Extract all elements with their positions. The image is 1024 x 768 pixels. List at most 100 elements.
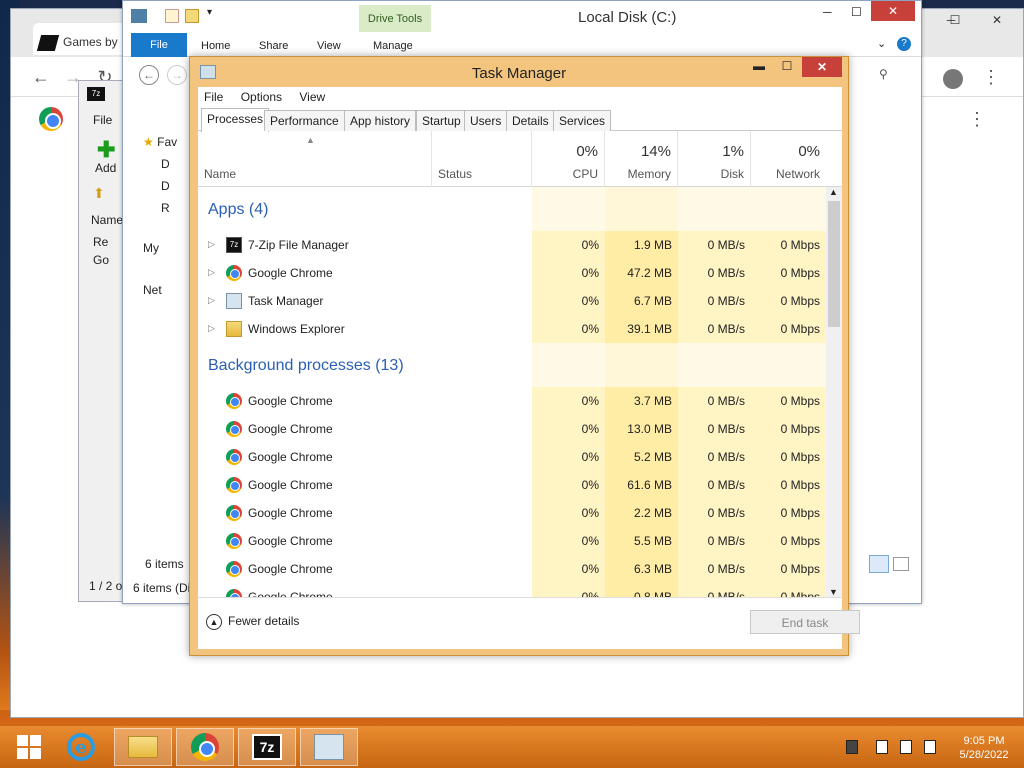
nav-desktop[interactable]: D [161,157,170,171]
nav-recent[interactable]: R [161,201,170,215]
taskbar-chrome[interactable] [176,728,234,766]
explorer-app-icon [131,9,147,23]
tm-maximize-button[interactable]: ☐ [774,57,800,77]
chrome-close-button[interactable]: ✕ [977,9,1017,31]
volume-icon[interactable] [924,740,936,754]
tray-show-desktop-icon[interactable] [846,740,858,754]
cpu-value: 0% [532,527,605,555]
tab-details[interactable]: Details [506,110,555,131]
up-folder-icon[interactable]: ⬆ [93,185,105,202]
col-name-header[interactable]: ▲ Name [198,131,432,187]
tab-performance[interactable]: Performance [264,110,345,131]
search-icon[interactable]: ⚲ [879,67,888,81]
expand-chevron-icon[interactable]: ▷ [208,323,215,334]
sevenzip-item-2[interactable]: Go [93,253,109,267]
ribbon-file-tab[interactable]: File [131,33,187,57]
taskbar-task-manager[interactable] [300,728,358,766]
profile-avatar-icon[interactable] [939,65,967,93]
process-row[interactable]: Google Chrome 0% 5.5 MB 0 MB/s 0 Mbps [198,527,826,555]
explorer-forward-icon[interactable]: → [167,65,187,85]
nav-network[interactable]: Net [143,283,162,297]
process-row[interactable]: ▷ Google Chrome 0% 47.2 MB 0 MB/s 0 Mbps [198,259,826,287]
col-status-header[interactable]: Status [432,131,532,187]
expand-chevron-icon[interactable]: ▷ [208,295,215,306]
quick-access-dropdown-icon[interactable]: ▾ [207,7,212,18]
taskbar-file-explorer[interactable] [114,728,172,766]
tm-menu-view[interactable]: View [299,90,325,104]
process-row[interactable]: ▷ Task Manager 0% 6.7 MB 0 MB/s 0 Mbps [198,287,826,315]
tab-startup[interactable]: Startup [416,110,467,131]
back-button[interactable]: ← [27,63,55,91]
sevenzip-menu-file[interactable]: File [93,113,112,127]
fewer-details-button[interactable]: ▲ Fewer details [206,614,299,630]
process-name: Windows Explorer [248,322,345,336]
tab-users[interactable]: Users [464,110,508,131]
large-icons-view-icon[interactable] [893,557,909,571]
process-scrollbar[interactable]: ▲ ▼ [826,187,842,597]
page-menu-button[interactable]: ⋮ [963,105,991,133]
col-disk-header[interactable]: 1% Disk [678,131,751,187]
explorer-close-button[interactable]: ✕ [871,1,915,21]
start-button[interactable] [0,728,58,766]
scroll-down-icon[interactable]: ▼ [829,587,838,597]
process-name: Google Chrome [248,506,333,520]
tab-processes[interactable]: Processes [201,108,270,132]
process-row[interactable]: Google Chrome 0% 0.8 MB 0 MB/s 0 Mbps [198,583,826,597]
nav-mypc[interactable]: My [143,241,159,255]
explorer-minimize-button[interactable]: ─ [823,5,832,19]
tray-clock[interactable]: 9:05 PM 5/28/2022 [954,734,1014,762]
chrome-maximize-button[interactable]: ☐ [935,9,975,31]
sevenzip-item-1[interactable]: Re [93,235,108,249]
nav-favorites[interactable]: ★ Fav [143,135,177,149]
ribbon-manage-tab[interactable]: Manage [373,40,413,52]
expand-chevron-icon[interactable]: ▷ [208,239,215,250]
explorer-maximize-button[interactable]: ☐ [851,5,862,19]
process-row[interactable]: Google Chrome 0% 5.2 MB 0 MB/s 0 Mbps [198,443,826,471]
process-row[interactable]: Google Chrome 0% 61.6 MB 0 MB/s 0 Mbps [198,471,826,499]
process-row[interactable]: ▷ 7z 7-Zip File Manager 0% 1.9 MB 0 MB/s 0 Mbp… [198,231,826,259]
ribbon-expand-icon[interactable]: ⌄ [877,37,886,50]
expand-chevron-icon[interactable]: ▷ [208,267,215,278]
process-name: Google Chrome [248,534,333,548]
process-row[interactable]: Google Chrome 0% 2.2 MB 0 MB/s 0 Mbps [198,499,826,527]
process-row[interactable]: Google Chrome 0% 13.0 MB 0 MB/s 0 Mbps [198,415,826,443]
drive-tools-tab[interactable]: Drive Tools [359,5,431,32]
ribbon-share-tab[interactable]: Share [259,40,288,52]
process-row[interactable]: Google Chrome 0% 6.3 MB 0 MB/s 0 Mbps [198,555,826,583]
memory-value: 47.2 MB [605,259,678,287]
add-icon[interactable]: ✚ [97,137,115,163]
details-view-icon[interactable] [869,555,889,573]
disk-value: 0 MB/s [678,387,751,415]
process-row[interactable]: ▷ Windows Explorer 0% 39.1 MB 0 MB/s 0 Mbps [198,315,826,343]
tm-close-button[interactable]: ✕ [802,57,842,77]
group-fill [678,187,751,231]
group-fill [532,187,605,231]
tm-minimize-button[interactable]: ▬ [746,57,772,77]
process-row[interactable]: Google Chrome 0% 3.7 MB 0 MB/s 0 Mbps [198,387,826,415]
tm-menu-file[interactable]: File [204,90,223,104]
scroll-thumb[interactable] [828,201,840,327]
ribbon-view-tab[interactable]: View [317,40,341,52]
chrome-icon [226,589,242,597]
scroll-up-icon[interactable]: ▲ [829,187,838,197]
end-task-button[interactable]: End task [750,610,860,634]
tab-app-history[interactable]: App history [344,110,417,131]
explorer-back-icon[interactable]: ← [139,65,159,85]
task-manager-titlebar: Task Manager ▬ ☐ ✕ [190,57,848,87]
taskbar-ie[interactable]: e [52,728,110,766]
taskbar-7zip[interactable]: 7z [238,728,296,766]
network-icon[interactable] [900,740,912,754]
col-memory-header[interactable]: 14% Memory [605,131,678,187]
col-cpu-header[interactable]: 0% CPU [532,131,605,187]
nav-downloads[interactable]: D [161,179,170,193]
properties-icon[interactable] [165,9,179,23]
new-folder-icon[interactable] [185,9,199,23]
group-fill [678,343,751,387]
help-icon[interactable]: ? [897,37,911,51]
tab-services[interactable]: Services [553,110,612,131]
ribbon-home-tab[interactable]: Home [201,40,230,52]
chrome-menu-button[interactable]: ⋮ [977,63,1005,91]
col-network-header[interactable]: 0% Network [751,131,826,187]
action-center-icon[interactable] [876,740,888,754]
tm-menu-options[interactable]: Options [241,90,282,104]
